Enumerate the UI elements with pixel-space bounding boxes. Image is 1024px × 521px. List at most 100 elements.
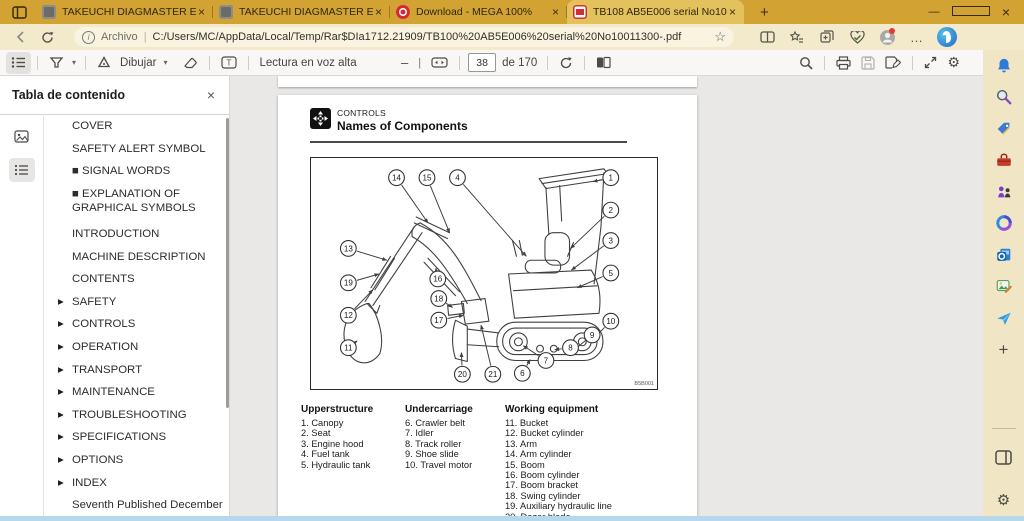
save-icon[interactable]: [856, 52, 880, 74]
draw-dropdown-icon[interactable]: ▾: [160, 58, 170, 67]
expand-triangle-icon[interactable]: ▶: [58, 453, 64, 467]
expand-triangle-icon[interactable]: ▶: [58, 476, 64, 490]
expand-triangle-icon[interactable]: ▶: [58, 295, 64, 309]
expand-triangle-icon[interactable]: ▶: [58, 430, 64, 444]
toc-toggle-button[interactable]: [6, 52, 31, 74]
pdf-toolbar-right: ⚙: [794, 50, 965, 76]
fullscreen-icon[interactable]: [919, 52, 942, 74]
toc-item[interactable]: ▶OPERATION: [58, 336, 224, 359]
minimize-button[interactable]: —: [916, 0, 952, 24]
pdf-viewer[interactable]: CONTROLS Names of Components: [230, 76, 970, 516]
callout-number: 4: [455, 174, 460, 183]
toc-item[interactable]: SAFETY ALERT SYMBOL: [58, 138, 224, 161]
microsoft-365-icon[interactable]: [994, 214, 1013, 233]
tab-close-icon[interactable]: ×: [550, 6, 561, 18]
settings-icon[interactable]: ⚙: [994, 491, 1013, 510]
part-item: 10. Travel motor: [405, 460, 505, 470]
browser-tab[interactable]: TAKEUCHI DIAGMASTER ENGINE×: [213, 0, 390, 24]
print-icon[interactable]: [831, 52, 856, 74]
add-icon[interactable]: +: [994, 340, 1013, 359]
browser-tab[interactable]: TAKEUCHI DIAGMASTER ENGINE×: [36, 0, 213, 24]
toc-item[interactable]: ▶CONTROLS: [58, 313, 224, 336]
toc-item[interactable]: ▶SPECIFICATIONS: [58, 426, 224, 449]
toc-item[interactable]: ▶OPTIONS: [58, 449, 224, 472]
profile-avatar[interactable]: [872, 27, 902, 47]
expand-triangle-icon[interactable]: ▶: [58, 408, 64, 422]
tab-close-icon[interactable]: ×: [196, 6, 207, 18]
toc-item[interactable]: ▶TRANSPORT: [58, 358, 224, 381]
part-item: 13. Arm: [505, 439, 635, 449]
expand-triangle-icon[interactable]: ▶: [58, 385, 64, 399]
toc-close-icon[interactable]: ×: [207, 87, 215, 103]
toc-item[interactable]: CONTENTS: [58, 268, 224, 291]
toc-scrollbar-thumb[interactable]: [226, 118, 229, 408]
page-number-input[interactable]: 38: [468, 53, 496, 72]
add-text-icon[interactable]: T: [216, 52, 242, 74]
callout-number: 10: [606, 317, 615, 326]
shopping-icon[interactable]: [994, 119, 1013, 138]
toc-item[interactable]: Seventh Published December: [58, 494, 224, 517]
draw-label[interactable]: Dibujar: [116, 57, 160, 69]
restore-button[interactable]: [952, 0, 988, 24]
outlook-icon[interactable]: [994, 245, 1013, 264]
toc-item[interactable]: COVER: [58, 115, 224, 138]
toc-item[interactable]: ▶TROUBLESHOOTING: [58, 404, 224, 427]
page-view-icon[interactable]: [591, 52, 616, 74]
new-tab-button[interactable]: +: [756, 4, 773, 21]
contents-view-icon[interactable]: [9, 158, 35, 182]
more-options-icon[interactable]: …: [902, 27, 932, 47]
highlighter-icon[interactable]: [44, 52, 69, 74]
file-info-icon[interactable]: i: [82, 31, 95, 44]
toc-item[interactable]: ▶INDEX: [58, 471, 224, 494]
thumbnails-view-icon[interactable]: [9, 124, 35, 148]
zoom-out-icon[interactable]: –: [396, 52, 413, 74]
toc-item[interactable]: MACHINE DESCRIPTION: [58, 245, 224, 268]
split-screen-icon[interactable]: [752, 27, 782, 47]
toc-item[interactable]: ▶ MAINTENANCE: [58, 381, 224, 404]
draw-pen-icon[interactable]: [92, 52, 116, 74]
refresh-icon[interactable]: [34, 27, 60, 47]
browser-tab[interactable]: Download - MEGA 100%×: [390, 0, 567, 24]
notifications-icon[interactable]: [994, 56, 1013, 75]
favorite-star-icon[interactable]: ☆: [714, 29, 726, 45]
toc-item-label: MAINTENANCE: [72, 385, 155, 399]
close-button[interactable]: ×: [988, 0, 1024, 24]
games-icon[interactable]: [994, 182, 1013, 201]
search-icon[interactable]: [794, 52, 818, 74]
toc-item-label: ■ SIGNAL WORDS: [72, 164, 170, 178]
fit-width-icon[interactable]: [426, 52, 453, 74]
sidebar-panel-icon[interactable]: [994, 448, 1013, 467]
tab-close-icon[interactable]: ×: [727, 6, 738, 18]
toc-item-label: COVER: [72, 119, 113, 133]
save-as-icon[interactable]: [880, 52, 906, 74]
part-item: 8. Track roller: [405, 439, 505, 449]
url-field[interactable]: i Archivo | C:/Users/MC/AppData/Local/Te…: [74, 27, 734, 47]
callout-number: 21: [488, 370, 497, 379]
eraser-icon[interactable]: [178, 52, 203, 74]
toc-item[interactable]: INTRODUCTION: [58, 223, 224, 246]
image-creator-icon[interactable]: [994, 277, 1013, 296]
toc-item[interactable]: ▶SAFETY: [58, 291, 224, 314]
browser-essentials-icon[interactable]: [842, 27, 872, 47]
tab-workspaces-icon[interactable]: [8, 4, 30, 20]
expand-triangle-icon[interactable]: ▶: [58, 340, 64, 354]
drop-icon[interactable]: [994, 308, 1013, 327]
collections-icon[interactable]: [812, 27, 842, 47]
toc-item-label: Seventh Published December: [72, 498, 223, 512]
browser-tab[interactable]: TB108 AB5E006 serial No108113×: [567, 0, 744, 24]
toolbox-icon[interactable]: [994, 151, 1013, 170]
tab-close-icon[interactable]: ×: [373, 6, 384, 18]
search-icon[interactable]: [994, 88, 1013, 107]
toc-item[interactable]: ■ EXPLANATION OF GRAPHICAL SYMBOLS: [58, 183, 224, 223]
settings-gear-icon[interactable]: ⚙: [942, 52, 965, 74]
toc-item[interactable]: ■ SIGNAL WORDS: [58, 160, 224, 183]
expand-triangle-icon[interactable]: ▶: [58, 363, 64, 377]
rotate-icon[interactable]: [554, 52, 578, 74]
read-aloud-button[interactable]: Lectura en voz alta: [255, 57, 360, 69]
copilot-icon[interactable]: [932, 27, 962, 47]
favorites-icon[interactable]: [782, 27, 812, 47]
figure-code: B5B001: [634, 381, 654, 387]
expand-triangle-icon[interactable]: ▶: [58, 317, 64, 331]
highlighter-dropdown-icon[interactable]: ▾: [69, 58, 79, 67]
back-icon[interactable]: [8, 27, 34, 47]
